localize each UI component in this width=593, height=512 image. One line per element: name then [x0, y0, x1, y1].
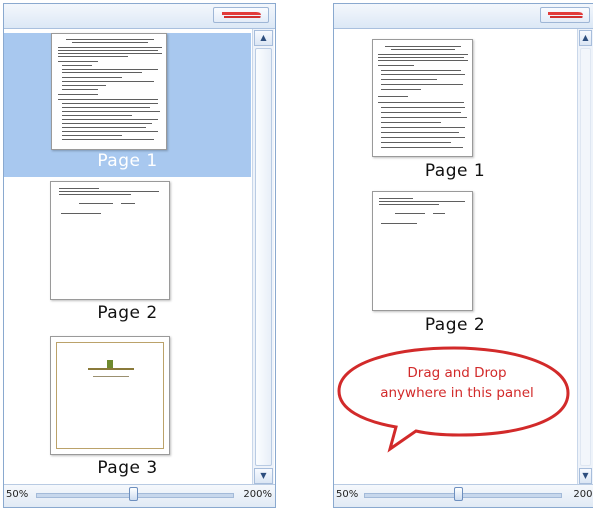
scroll-down-button[interactable]: ▼ [579, 468, 592, 484]
page-3-thumbnail[interactable] [50, 336, 170, 455]
scroll-up-button[interactable]: ▲ [254, 30, 273, 46]
scroll-down-arrow-icon: ▼ [260, 471, 267, 480]
zoom-min-label: 50% [336, 489, 359, 500]
zoom-slider-thumb[interactable] [129, 487, 138, 501]
scroll-track[interactable] [580, 48, 591, 466]
page-label: Page 3 [97, 458, 158, 478]
panel-toolbar [4, 4, 275, 29]
page-label: Page 2 [424, 315, 486, 335]
scroll-up-button[interactable]: ▲ [579, 30, 592, 46]
page-label: Page 2 [97, 303, 158, 323]
page-2-thumbnail[interactable] [50, 181, 170, 300]
scroll-thumb[interactable] [255, 48, 272, 466]
page-thumbnail-item[interactable]: Page 3 [4, 336, 251, 481]
scroll-down-arrow-icon: ▼ [582, 471, 589, 480]
page-1-thumbnail[interactable] [372, 39, 473, 157]
zoom-max-label: 200% [243, 489, 272, 500]
stapler-icon [548, 12, 583, 18]
scroll-down-button[interactable]: ▼ [254, 468, 273, 484]
thumbnail-panel-left: Page 1 Page 2 Page 3 ▲ ▼ 50% 200% [3, 3, 276, 508]
zoom-slider-thumb[interactable] [454, 487, 463, 501]
zoom-slider-track[interactable] [364, 493, 562, 498]
page-thumbnail-list: Page 1 Page 2 Drag and Drop anywhere in … [334, 29, 576, 485]
greenfolders-logo-image [88, 360, 134, 377]
page-thumbnail-item[interactable]: Page 1 [4, 33, 251, 177]
panel-toolbar [334, 4, 593, 29]
callout-text: Drag and Drop anywhere in this panel [346, 363, 568, 403]
page-1-thumbnail[interactable] [51, 33, 167, 150]
zoom-bar: 50% 200% [4, 484, 275, 507]
zoom-min-label: 50% [6, 489, 29, 500]
vertical-scrollbar[interactable]: ▲ ▼ [577, 29, 593, 485]
page-thumbnail-item[interactable]: Page 1 [334, 39, 576, 181]
stapler-button[interactable] [540, 7, 590, 23]
callout-line-2: anywhere in this panel [380, 385, 534, 401]
thumbnail-panel-right: Page 1 Page 2 Drag and Drop anywhere in … [333, 3, 593, 508]
vertical-scrollbar[interactable]: ▲ ▼ [252, 29, 274, 485]
scroll-up-arrow-icon: ▲ [260, 33, 267, 42]
callout-line-1: Drag and Drop [407, 365, 507, 381]
page-label: Page 1 [97, 151, 158, 171]
page-thumbnail-item[interactable]: Page 2 [334, 191, 576, 337]
page-thumbnail-list: Page 1 Page 2 Page 3 [4, 29, 251, 485]
scroll-up-arrow-icon: ▲ [582, 33, 589, 42]
stapler-button[interactable] [213, 7, 269, 23]
stapler-icon [222, 12, 261, 18]
zoom-bar: 50% 200% [334, 484, 593, 507]
page-label: Page 1 [424, 161, 486, 181]
page-thumbnail-item[interactable]: Page 2 [4, 181, 251, 326]
zoom-max-label: 200% [573, 489, 593, 500]
page-2-thumbnail[interactable] [372, 191, 473, 311]
